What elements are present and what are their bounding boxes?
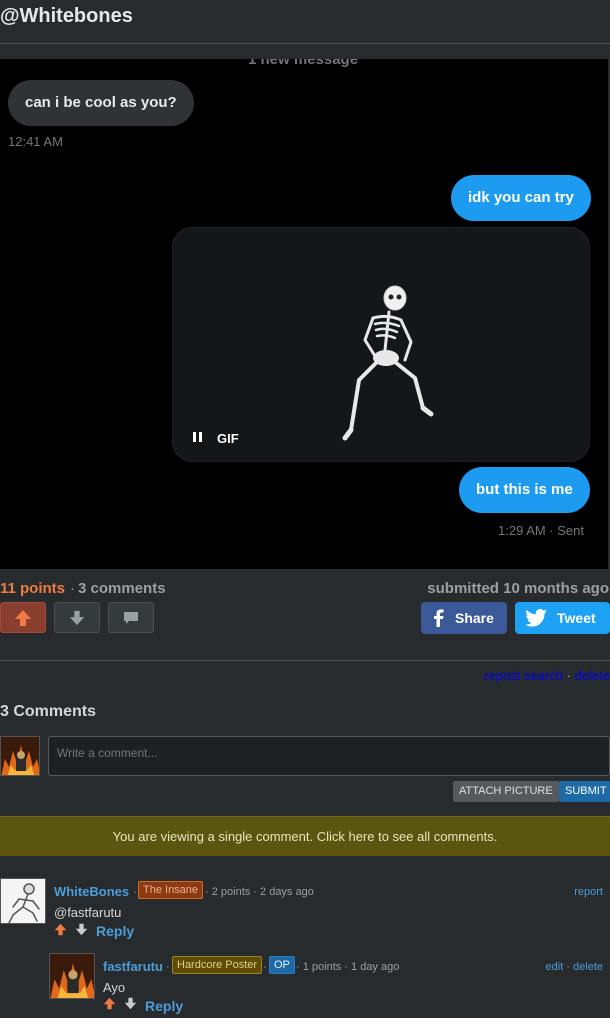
- user-flair: The Insane: [138, 881, 204, 899]
- avatar: [49, 953, 95, 999]
- reply-link[interactable]: Reply: [145, 998, 183, 1014]
- comments-heading: 3 Comments: [0, 703, 97, 720]
- op-badge: OP: [269, 956, 295, 974]
- single-comment-notice[interactable]: You are viewing a single comment. Click …: [0, 816, 610, 856]
- skeleton-avatar-icon: [8, 883, 40, 923]
- tweet-label: Tweet: [557, 610, 596, 626]
- post-image[interactable]: 1 new message can i be cool as you? 12:4…: [0, 59, 608, 569]
- comment-meta: · 1 points · 1 day ago: [296, 961, 400, 973]
- arrow-up-icon[interactable]: [54, 923, 67, 936]
- repost-search-link[interactable]: repost search: [484, 668, 563, 683]
- attach-picture-button[interactable]: ATTACH PICTURE: [453, 781, 559, 802]
- page-title: @Whitebones: [0, 5, 133, 27]
- incoming-timestamp: 12:41 AM: [8, 134, 63, 149]
- post-actions: repost search · delete: [484, 668, 610, 683]
- comment-meta: · 2 points · 2 days ago: [205, 886, 314, 898]
- submitted-prefix: submitted: [427, 580, 499, 597]
- twitter-bird-icon: [525, 609, 547, 627]
- user-flair: Hardcore Poster: [172, 956, 263, 974]
- outgoing-timestamp: 1:29 AM · Sent: [498, 523, 584, 538]
- comment-text: @fastfarutu: [54, 905, 122, 920]
- reply-link[interactable]: Reply: [96, 923, 134, 939]
- avatar: [0, 878, 46, 924]
- speech-bubble-icon: [124, 611, 138, 624]
- comments-count[interactable]: 3 comments: [78, 580, 166, 597]
- avatar: [0, 736, 40, 776]
- comment-button[interactable]: [108, 602, 154, 633]
- arrow-up-icon: [15, 609, 31, 626]
- outgoing-message-bubble: but this is me: [459, 467, 590, 513]
- arrow-down-icon[interactable]: [124, 997, 137, 1010]
- meta-separator: ·: [133, 886, 137, 898]
- submitted-ago: 10 months ago: [503, 580, 609, 597]
- delete-link[interactable]: delete: [575, 668, 610, 683]
- pause-icon[interactable]: [191, 430, 205, 444]
- points-count: 11 points: [0, 580, 66, 597]
- dancing-skeleton-gif: [342, 285, 434, 441]
- submitted-time: submitted 10 months ago: [427, 580, 609, 597]
- report-link[interactable]: report: [574, 886, 603, 898]
- arrow-up-icon[interactable]: [103, 997, 116, 1010]
- separator: ·: [566, 668, 571, 683]
- gif-player[interactable]: GIF: [172, 227, 590, 462]
- downvote-button[interactable]: [54, 602, 100, 633]
- meta-separator: ·: [166, 961, 170, 973]
- gif-label: GIF: [217, 431, 239, 446]
- arrow-down-icon: [69, 610, 85, 625]
- comment-username[interactable]: fastfarutu: [103, 959, 163, 974]
- comment-username[interactable]: WhiteBones: [54, 884, 129, 899]
- upvote-button[interactable]: [0, 602, 46, 633]
- tweet-button[interactable]: Tweet: [515, 602, 610, 634]
- divider: [0, 660, 610, 661]
- comment-input[interactable]: [48, 736, 610, 776]
- edit-delete-links[interactable]: edit · delete: [546, 961, 603, 973]
- divider: [0, 43, 610, 44]
- incoming-message-bubble: can i be cool as you?: [8, 80, 194, 126]
- share-label: Share: [455, 610, 494, 626]
- outgoing-message-bubble: idk you can try: [451, 175, 591, 221]
- fire-avatar-icon: [50, 954, 94, 998]
- facebook-icon: [434, 609, 444, 627]
- submit-button[interactable]: SUBMIT: [559, 781, 610, 802]
- comment-text: Ayo: [103, 980, 126, 995]
- fire-avatar-icon: [1, 737, 39, 775]
- facebook-share-button[interactable]: Share: [421, 602, 507, 634]
- arrow-down-icon[interactable]: [75, 923, 88, 936]
- meta-separator: ·: [263, 961, 267, 973]
- new-message-label: 1 new message: [248, 59, 359, 68]
- separator: ·: [70, 580, 75, 597]
